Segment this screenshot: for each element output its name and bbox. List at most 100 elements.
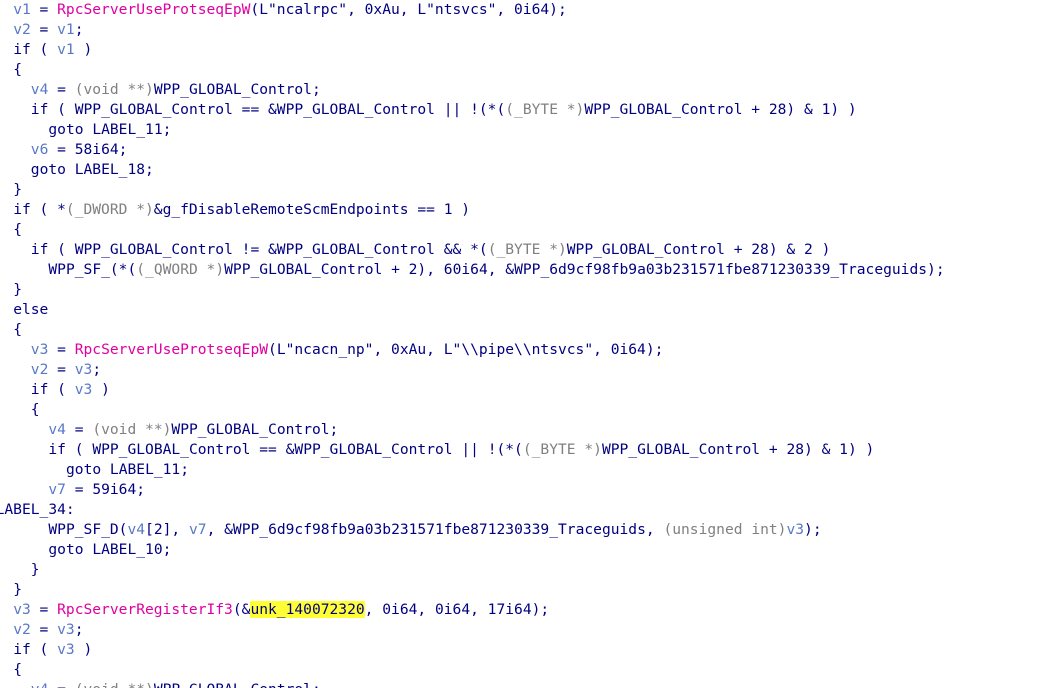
code-token: } xyxy=(13,181,22,198)
code-token: = xyxy=(30,621,58,638)
code-line[interactable]: { xyxy=(31,400,40,420)
code-line[interactable]: v4 = (void **)WPP_GLOBAL_Control; xyxy=(48,420,338,440)
code-line[interactable]: v4 = (void **)WPP_GLOBAL_Control; xyxy=(31,680,321,688)
variable-token: v3 xyxy=(57,621,75,638)
code-line[interactable]: v6 = 58i64; xyxy=(31,140,128,160)
cast-token: (_QWORD *) xyxy=(136,261,225,278)
code-token: WPP_GLOBAL_Control + 28) & 1) ) xyxy=(584,101,857,118)
code-line[interactable]: v3 = RpcServerRegisterIf3(&unk_140072320… xyxy=(13,600,549,620)
function-token: RpcServerUseProtseqEpW xyxy=(74,341,269,358)
code-view[interactable]: v1 = RpcServerUseProtseqEpW(L"ncalrpc", … xyxy=(0,0,1038,688)
code-line[interactable]: v7 = 59i64; xyxy=(48,480,145,500)
code-token: WPP_SF_D( xyxy=(48,521,128,538)
code-token: if ( WPP_GLOBAL_Control == &WPP_GLOBAL_C… xyxy=(48,441,523,458)
code-token: = 59i64; xyxy=(65,481,146,498)
code-line[interactable]: WPP_SF_D(v4[2], v7, &WPP_6d9cf98fb9a03b2… xyxy=(48,520,821,540)
variable-token: v2 xyxy=(13,621,31,638)
variable-token: v3 xyxy=(57,641,75,658)
code-token: { xyxy=(13,61,22,78)
code-line[interactable]: if ( WPP_GLOBAL_Control == &WPP_GLOBAL_C… xyxy=(31,100,857,120)
code-token: if ( * xyxy=(13,201,66,218)
code-line[interactable]: if ( v3 ) xyxy=(31,380,110,400)
code-token: } xyxy=(13,281,22,298)
code-token: (& xyxy=(232,601,251,618)
code-line[interactable]: } xyxy=(13,280,22,300)
cast-token: (_DWORD *) xyxy=(65,201,154,218)
code-token: , &WPP_6d9cf98fb9a03b231571fbe871230339_… xyxy=(206,521,664,538)
code-line[interactable]: { xyxy=(13,660,22,680)
variable-token: v4 xyxy=(127,521,146,538)
code-line[interactable]: } xyxy=(13,180,22,200)
code-token: { xyxy=(30,401,40,418)
cast-token: (_BYTE *) xyxy=(522,441,602,458)
code-line[interactable]: if ( v3 ) xyxy=(13,640,92,660)
cast-token: (void **) xyxy=(74,81,154,98)
code-token: WPP_GLOBAL_Control + 28) & 1) ) xyxy=(601,441,875,458)
code-token: (L"ncacn_np", 0xAu, L"\\pipe\\ntsvcs", 0… xyxy=(268,341,664,358)
code-token: &g_fDisableRemoteScmEndpoints == 1 ) xyxy=(153,201,471,218)
code-line[interactable]: if ( *(_DWORD *)&g_fDisableRemoteScmEndp… xyxy=(13,200,470,220)
code-line[interactable]: v2 = v3; xyxy=(13,620,83,640)
code-token: ; xyxy=(92,361,102,378)
variable-token: v3 xyxy=(30,341,49,358)
code-token: = xyxy=(30,1,58,18)
code-token: if ( xyxy=(30,381,75,398)
code-line[interactable]: } xyxy=(13,580,22,600)
code-line[interactable]: } xyxy=(31,560,40,580)
code-token: } xyxy=(13,581,22,598)
variable-token: v1 xyxy=(57,21,75,38)
code-token: { xyxy=(13,321,22,338)
code-line[interactable]: else xyxy=(13,300,48,320)
code-line[interactable]: WPP_SF_(*((_QWORD *)WPP_GLOBAL_Control +… xyxy=(48,260,944,280)
code-line[interactable]: v2 = v3; xyxy=(31,360,101,380)
code-line[interactable]: LABEL_34: xyxy=(0,500,75,520)
variable-token: v3 xyxy=(786,521,805,538)
cast-token: (void **) xyxy=(92,421,172,438)
code-line[interactable]: v2 = v1; xyxy=(13,20,83,40)
code-line[interactable]: v4 = (void **)WPP_GLOBAL_Control; xyxy=(31,80,321,100)
code-token: = xyxy=(48,341,75,358)
code-line[interactable]: { xyxy=(13,60,22,80)
code-token: { xyxy=(13,221,22,238)
variable-token: v7 xyxy=(188,521,207,538)
highlighted-identifier: unk_140072320 xyxy=(250,601,365,618)
code-line[interactable]: if ( WPP_GLOBAL_Control != &WPP_GLOBAL_C… xyxy=(31,240,831,260)
code-token: WPP_GLOBAL_Control + 28) & 2 ) xyxy=(566,241,831,258)
code-token: = xyxy=(48,361,75,378)
code-token: (L"ncalrpc", 0xAu, L"ntsvcs", 0i64); xyxy=(250,1,567,18)
code-token: if ( xyxy=(13,41,58,58)
code-token: if ( WPP_GLOBAL_Control == &WPP_GLOBAL_C… xyxy=(30,101,506,118)
code-token: ) xyxy=(74,41,93,58)
cast-token: (unsigned int) xyxy=(663,521,787,538)
code-token: = 58i64; xyxy=(48,141,128,158)
code-token: if ( WPP_GLOBAL_Control != &WPP_GLOBAL_C… xyxy=(30,241,488,258)
function-token: RpcServerRegisterIf3 xyxy=(57,601,233,618)
code-token: ) xyxy=(92,381,110,398)
function-token: RpcServerUseProtseqEpW xyxy=(57,1,251,18)
variable-token: v1 xyxy=(13,1,31,18)
code-line[interactable]: { xyxy=(13,320,22,340)
code-line[interactable]: { xyxy=(13,220,22,240)
code-line[interactable]: goto LABEL_10; xyxy=(48,540,171,560)
code-token: WPP_GLOBAL_Control; xyxy=(153,81,321,98)
code-token: else xyxy=(13,301,49,318)
code-token: ; xyxy=(74,621,84,638)
code-line[interactable]: if ( v1 ) xyxy=(13,40,92,60)
code-line[interactable]: v3 = RpcServerUseProtseqEpW(L"ncacn_np",… xyxy=(31,340,664,360)
code-token: , 0i64, 0i64, 17i64); xyxy=(364,601,550,618)
code-token: = xyxy=(30,21,58,38)
code-line[interactable]: goto LABEL_18; xyxy=(31,160,154,180)
code-line[interactable]: if ( WPP_GLOBAL_Control == &WPP_GLOBAL_C… xyxy=(48,440,874,460)
code-token: ) xyxy=(74,641,93,658)
variable-token: v4 xyxy=(31,681,49,688)
code-token: } xyxy=(30,561,40,578)
variable-token: v6 xyxy=(30,141,49,158)
code-token: = xyxy=(30,601,58,618)
cast-token: (_BYTE *) xyxy=(505,101,585,118)
code-line[interactable]: goto LABEL_11; xyxy=(66,460,189,480)
variable-token: v3 xyxy=(74,381,93,398)
code-token: ); xyxy=(804,521,822,538)
variable-token: v4 xyxy=(48,421,66,438)
code-line[interactable]: goto LABEL_11; xyxy=(48,120,171,140)
code-line[interactable]: v1 = RpcServerUseProtseqEpW(L"ncalrpc", … xyxy=(13,0,567,20)
